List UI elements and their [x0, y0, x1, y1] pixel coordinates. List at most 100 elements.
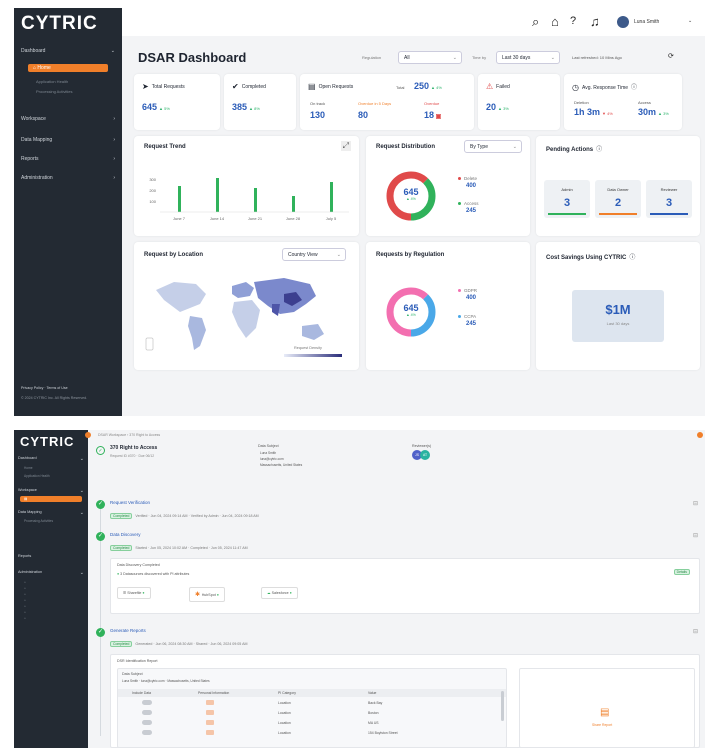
chevron-down-icon: ⌄	[452, 55, 457, 61]
collapse-handle[interactable]	[85, 432, 91, 438]
pi-chip	[206, 730, 214, 735]
details-badge[interactable]: Details	[673, 569, 690, 575]
reviewer-avatar[interactable]: AT	[420, 450, 430, 460]
request-detail-main: DSAR Workspace › 370 Right to Access ✓ 3…	[85, 430, 705, 748]
kpi-title: Completed	[241, 83, 266, 90]
collapse-icon[interactable]: ⊟	[693, 500, 698, 507]
sidebar-item-dashboard[interactable]: Dashboard ⌄	[21, 48, 115, 54]
pi-chip	[206, 720, 214, 725]
chevron-right-icon: ›	[113, 175, 115, 181]
sidebar-item-dsar[interactable]: ▤	[20, 496, 82, 502]
pending-tile-reviewer[interactable]: Reviewer 3	[646, 180, 692, 218]
sidebar-item-label: Data Mapping	[21, 137, 53, 143]
include-toggle[interactable]	[142, 720, 152, 725]
table-row[interactable]: Location MA US	[118, 719, 506, 727]
sidebar-item-workspace[interactable]: Workspace ⌄	[18, 488, 84, 494]
table-row[interactable]: Location Back Bay	[118, 699, 506, 707]
avatar[interactable]	[617, 16, 629, 28]
sub-label: Access	[638, 100, 651, 105]
pdf-icon[interactable]: ▤	[600, 707, 609, 718]
chevron-down-icon: ⌄	[79, 456, 84, 462]
notification-dot[interactable]	[697, 432, 703, 438]
legend-label: CCPA	[464, 314, 477, 319]
refresh-icon[interactable]: ⟳	[668, 52, 674, 60]
step-meta: Generated · Jun 06, 2024 08:30 AM · Shar…	[135, 642, 248, 646]
sidebar-item-administration[interactable]: Administration ⌄	[18, 570, 84, 576]
admin-menu-icons: ▫ ▫ ▫ ▫ ▫ ▫ ▫	[24, 580, 26, 622]
sidebar-item-label: Dashboard	[21, 48, 46, 54]
request-by-location-card: Request by Location Country View ⌄ Reques…	[134, 242, 359, 370]
sidebar-item-application-health[interactable]: Application Health	[24, 474, 50, 478]
source-chip[interactable]: ✱ HubSpot ●	[189, 587, 225, 602]
kpi-delta: ▲ 8%	[249, 106, 260, 111]
sidebar-item-application-health[interactable]: Application Health	[36, 79, 68, 84]
time-range-select[interactable]: Last 30 days ⌄	[496, 51, 560, 64]
search-icon[interactable]: ⌕	[532, 14, 539, 30]
world-map	[145, 278, 342, 357]
cell-value: Boston	[368, 711, 379, 715]
card-title: Cost Savings Using CYTRIC	[546, 255, 627, 261]
sidebar-item-home[interactable]: ⌂ Home	[28, 64, 108, 72]
table-header: Include Data Personal Information PI Cat…	[118, 689, 506, 697]
request-title: 370 Right to Access	[110, 445, 158, 451]
check-icon: ●	[142, 591, 145, 595]
include-toggle[interactable]	[142, 700, 152, 705]
cell-value: MA US	[368, 721, 379, 725]
info-icon[interactable]: ⓘ	[596, 147, 602, 153]
step-title[interactable]: Data Discovery	[110, 532, 141, 537]
regulation-select[interactable]: All ⌄	[398, 51, 462, 64]
cell-category: Location	[278, 731, 291, 735]
collapse-icon[interactable]: ⊟	[693, 532, 698, 539]
sidebar-item-workspace[interactable]: Workspace ›	[21, 116, 115, 122]
sidebar-item-dashboard[interactable]: Dashboard ⌄	[18, 456, 84, 462]
kpi-title: Open Requests	[318, 83, 354, 90]
kpi-total-requests: ➤ Total Requests 645 ▲ 5%	[134, 74, 220, 130]
table-row[interactable]: Location 154 Boylston Street	[118, 729, 506, 737]
kpi-delta: ▲ 4%	[431, 85, 442, 90]
sidebar-item-home[interactable]: Home	[24, 466, 33, 470]
sidebar-item-data-mapping[interactable]: Data Mapping ⌄	[18, 510, 84, 516]
info-icon[interactable]: ⓘ	[629, 255, 635, 261]
request-status-icon: ✓	[96, 446, 105, 455]
table-scrollbar[interactable]	[501, 691, 504, 721]
kpi-open-requests: ▤ Open Requests Total 250 ▲ 4% On track 13…	[300, 74, 474, 130]
sidebar-item-administration[interactable]: Administration ›	[21, 175, 115, 181]
sidebar-item-reports[interactable]: Reports ›	[21, 156, 115, 162]
chevron-down-icon[interactable]: ⌄	[688, 18, 692, 24]
sidebar-item-data-mapping[interactable]: Data Mapping ›	[21, 137, 115, 143]
source-label: Sharefile	[127, 591, 142, 595]
x-tick: June 21	[248, 216, 263, 221]
pi-chip	[206, 700, 214, 705]
cell-category: Location	[278, 701, 291, 705]
info-icon[interactable]: ⓘ	[631, 85, 637, 91]
donut-total: 645	[403, 303, 419, 313]
sidebar-item-processing-activities[interactable]: Processing Activities	[24, 519, 53, 523]
kpi-value: 250	[414, 81, 430, 91]
tile-value: 3	[665, 197, 673, 209]
sidebar-item-processing-activities[interactable]: Processing Activities	[36, 89, 72, 94]
sub-value: 18	[424, 110, 435, 120]
include-toggle[interactable]	[142, 710, 152, 715]
pending-tile-admin[interactable]: Admin 3	[544, 180, 590, 218]
sidebar-item-reports[interactable]: Reports	[18, 554, 84, 558]
chevron-down-icon: ⌄	[550, 55, 555, 61]
source-chip[interactable]: ☁ Salesforce ●	[261, 587, 298, 599]
step-title[interactable]: Request Verification	[110, 500, 150, 505]
footer-links[interactable]: Privacy Policy · Terms of Use	[21, 386, 68, 390]
home-icon[interactable]: ⌂	[551, 14, 559, 29]
column-header: Include Data	[132, 691, 152, 695]
step-title[interactable]: Generate Reports	[110, 628, 146, 633]
include-toggle[interactable]	[142, 730, 152, 735]
table-row[interactable]: Location Boston	[118, 709, 506, 717]
help-icon[interactable]: ?	[570, 15, 576, 27]
user-name[interactable]: Luna Smith	[634, 19, 659, 25]
pending-tile-data-owner[interactable]: Data Owner 2	[595, 180, 641, 218]
breadcrumb[interactable]: DSAR Workspace › 370 Right to Access	[98, 433, 160, 437]
cell-category: Location	[278, 711, 291, 715]
kpi-completed: ✔ Completed 385 ▲ 8%	[224, 74, 296, 130]
collapse-icon[interactable]: ⊟	[693, 628, 698, 635]
bell-icon[interactable]: ♫	[590, 14, 600, 29]
share-report-link[interactable]: Share Report	[592, 723, 612, 727]
map-region-africa	[232, 300, 260, 338]
source-chip[interactable]: ☰ Sharefile ●	[117, 587, 151, 599]
